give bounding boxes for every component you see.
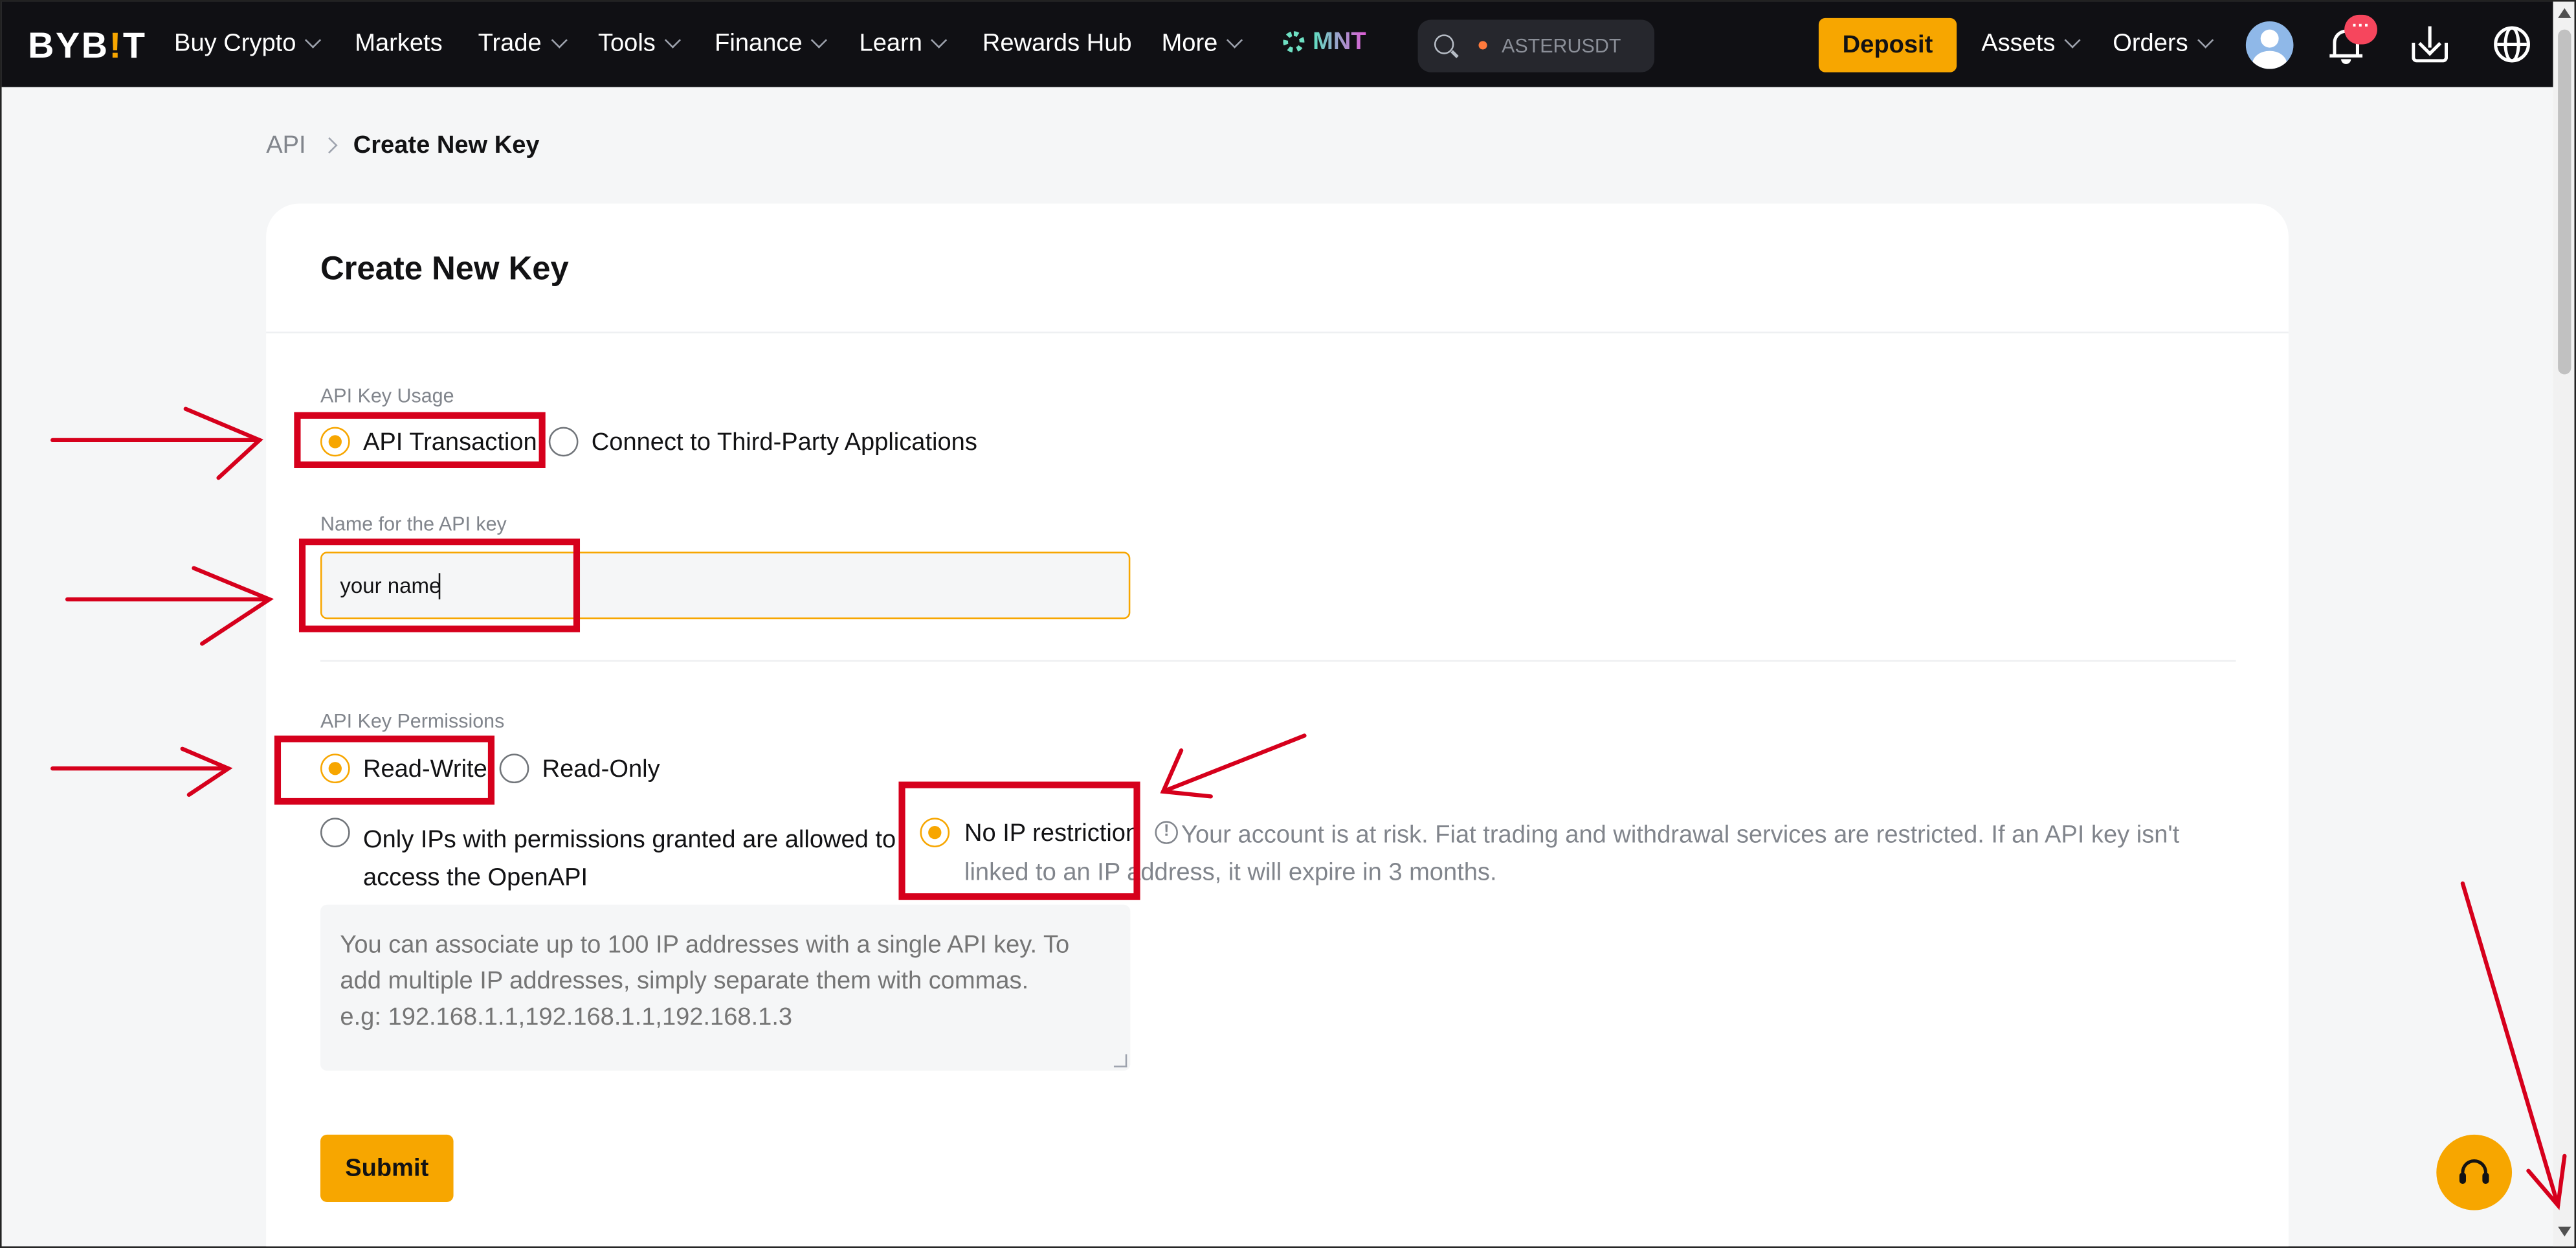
divider bbox=[266, 331, 2289, 333]
headset-icon bbox=[2459, 1159, 2489, 1185]
chevron-down-icon bbox=[305, 32, 322, 49]
scroll-down-icon[interactable] bbox=[2558, 1226, 2571, 1237]
notification-badge: ··· bbox=[2344, 14, 2377, 45]
permission-option-read-only[interactable]: Read-Only bbox=[542, 755, 660, 783]
annotation-box-read-write bbox=[274, 735, 495, 805]
nav-tools[interactable]: Tools bbox=[598, 30, 682, 58]
page-title: Create New Key bbox=[320, 251, 569, 287]
submit-button[interactable]: Submit bbox=[320, 1134, 454, 1202]
mnt-coin-icon bbox=[1283, 31, 1305, 53]
scroll-thumb[interactable] bbox=[2558, 29, 2571, 375]
user-avatar-icon[interactable] bbox=[2245, 21, 2294, 69]
search-input[interactable]: ASTERUSDT bbox=[1502, 34, 1621, 58]
bybit-logo[interactable]: BYB!T bbox=[28, 25, 146, 67]
deposit-button[interactable]: Deposit bbox=[1818, 17, 1957, 72]
annotation-box-api-transaction bbox=[294, 412, 546, 468]
chevron-down-icon bbox=[2197, 32, 2214, 49]
ip-radio-restricted[interactable] bbox=[320, 818, 350, 847]
usage-label: API Key Usage bbox=[320, 384, 454, 408]
nav-trade[interactable]: Trade bbox=[478, 30, 567, 58]
page-scrollbar[interactable] bbox=[2553, 1, 2575, 1247]
search-box[interactable]: ● ASTERUSDT bbox=[1417, 19, 1655, 72]
scroll-up-icon[interactable] bbox=[2558, 8, 2571, 18]
search-icon bbox=[1434, 34, 1454, 54]
chevron-down-icon bbox=[811, 32, 828, 49]
ip-address-textarea[interactable] bbox=[320, 904, 1131, 1071]
nav-markets[interactable]: Markets bbox=[355, 30, 442, 58]
permissions-label: API Key Permissions bbox=[320, 709, 505, 733]
chevron-down-icon bbox=[550, 32, 567, 49]
download-icon[interactable] bbox=[2412, 26, 2448, 63]
breadcrumb-current: Create New Key bbox=[353, 131, 540, 160]
globe-icon[interactable] bbox=[2494, 26, 2530, 63]
nav-more[interactable]: More bbox=[1162, 30, 1243, 58]
nav-assets[interactable]: Assets bbox=[1981, 30, 2081, 58]
chevron-down-icon bbox=[664, 32, 682, 49]
name-label: Name for the API key bbox=[320, 512, 507, 535]
annotation-box-name-input bbox=[298, 539, 581, 632]
annotation-arrow-permission bbox=[50, 746, 233, 797]
ip-warning-text: Your account is at risk. Fiat trading an… bbox=[964, 821, 2180, 887]
usage-radio-third-party[interactable] bbox=[548, 427, 579, 457]
usage-option-third-party[interactable]: Connect to Third-Party Applications bbox=[592, 429, 977, 456]
nav-finance[interactable]: Finance bbox=[715, 30, 828, 58]
support-chat-button[interactable] bbox=[2436, 1134, 2513, 1210]
annotation-arrow-name bbox=[65, 566, 274, 646]
chevron-down-icon bbox=[931, 32, 948, 49]
fire-icon: ● bbox=[1476, 32, 1489, 56]
nav-orders[interactable]: Orders bbox=[2113, 30, 2214, 58]
nav-buy-crypto[interactable]: Buy Crypto bbox=[174, 30, 322, 58]
create-key-card: Create New Key API Key Usage API Transac… bbox=[266, 203, 2289, 1247]
ip-option-restricted[interactable]: Only IPs with permissions granted are al… bbox=[363, 821, 905, 897]
nav-learn[interactable]: Learn bbox=[860, 30, 948, 58]
divider bbox=[320, 660, 2236, 662]
resize-handle-icon[interactable] bbox=[1113, 1054, 1127, 1067]
mnt-token-link[interactable]: MNT bbox=[1283, 28, 1366, 56]
top-nav: BYB!T Buy Crypto Markets Trade Tools Fin… bbox=[1, 1, 2575, 87]
nav-rewards-hub[interactable]: Rewards Hub bbox=[983, 30, 1132, 58]
annotation-arrow-usage bbox=[50, 407, 263, 480]
chevron-down-icon bbox=[1227, 32, 1243, 49]
chevron-right-icon bbox=[321, 137, 338, 154]
page: BYB!T Buy Crypto Markets Trade Tools Fin… bbox=[0, 0, 2576, 1248]
breadcrumb-api[interactable]: API bbox=[266, 131, 305, 159]
annotation-box-no-ip-restriction bbox=[898, 781, 1140, 900]
permission-radio-read-only[interactable] bbox=[499, 753, 529, 784]
chevron-down-icon bbox=[2064, 32, 2081, 49]
